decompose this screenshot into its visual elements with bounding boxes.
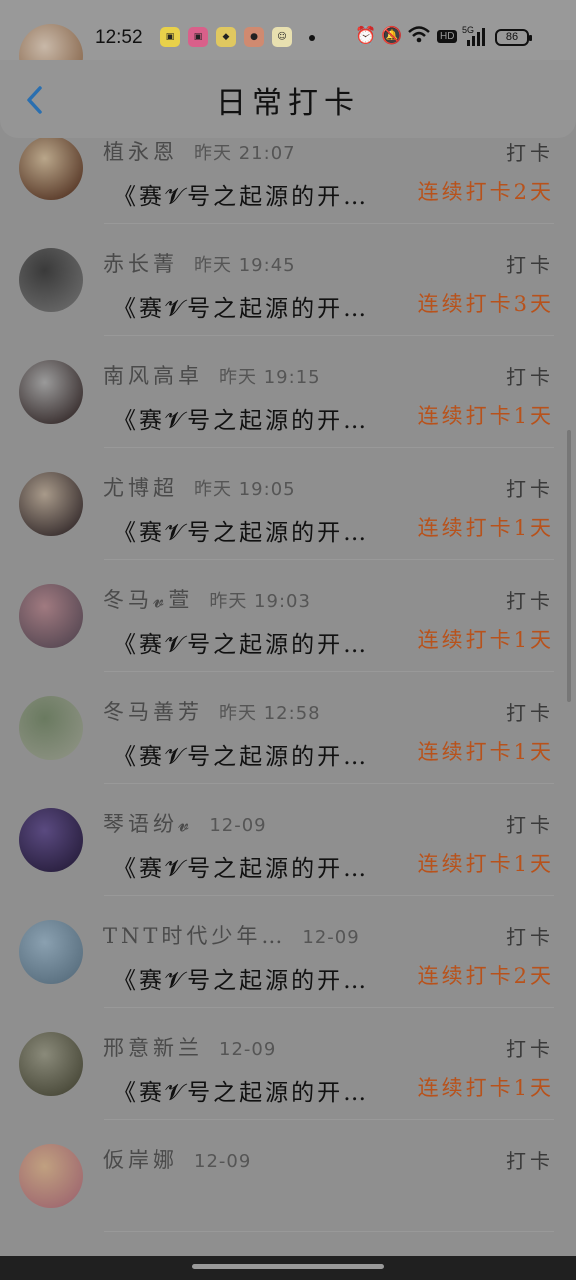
app-header: 日常打卡 xyxy=(0,60,576,138)
streak-count: 连续打卡1天 xyxy=(417,740,554,764)
user-name[interactable]: 冬马善芳 昨天 12:58 xyxy=(103,696,321,726)
user-name[interactable]: 植永恩 昨天 21:07 xyxy=(103,136,296,166)
post-time: 昨天 21:07 xyxy=(194,143,296,164)
system-nav-bar xyxy=(0,1256,576,1280)
user-name-text: 冬马𝓿萱 xyxy=(103,588,194,612)
streak-count: 连续打卡1天 xyxy=(417,404,554,428)
list-item[interactable]: 南风高卓 昨天 19:15 打卡《赛𝓥号之起源的开… 连续打卡1天 xyxy=(0,336,576,448)
list-item[interactable]: 琴语纷𝓿 12-09 打卡《赛𝓥号之起源的开… 连续打卡1天 xyxy=(0,784,576,896)
list-item[interactable]: 邢意新兰 12-09 打卡《赛𝓥号之起源的开… 连续打卡1天 xyxy=(0,1008,576,1120)
user-name-text: 南风高卓 xyxy=(103,364,203,388)
user-name-text: 琴语纷𝓿 xyxy=(103,812,194,836)
checkin-content[interactable]: 《赛𝓥号之起源的开… xyxy=(113,737,398,771)
checkin-label: 打卡 xyxy=(506,141,554,165)
list-item[interactable]: 冬马𝓿萱 昨天 19:03 打卡《赛𝓥号之起源的开… 连续打卡1天 xyxy=(0,560,576,672)
user-name-text: 赤长菁 xyxy=(103,252,178,276)
checkin-label: 打卡 xyxy=(506,365,554,389)
user-name-text: 邢意新兰 xyxy=(103,1036,203,1060)
user-name[interactable]: 尤博超 昨天 19:05 xyxy=(103,472,296,502)
avatar[interactable] xyxy=(19,472,83,536)
user-name[interactable]: 邢意新兰 12-09 xyxy=(103,1032,276,1062)
avatar[interactable] xyxy=(19,808,83,872)
checkin-label: 打卡 xyxy=(506,1149,554,1173)
user-name[interactable]: TNT时代少年… 12-09 xyxy=(103,920,360,950)
scrollbar[interactable] xyxy=(567,430,571,702)
user-name[interactable]: 冬马𝓿萱 昨天 19:03 xyxy=(103,584,311,614)
checkin-content[interactable]: 《赛𝓥号之起源的开… xyxy=(113,401,398,435)
checkin-label: 打卡 xyxy=(506,925,554,949)
list-item[interactable]: 冬马善芳 昨天 12:58 打卡《赛𝓥号之起源的开… 连续打卡1天 xyxy=(0,672,576,784)
user-name[interactable]: 仮岸娜 12-09 xyxy=(103,1144,251,1174)
checkin-content[interactable]: 《赛𝓥号之起源的开… xyxy=(113,1073,398,1107)
checkin-label: 打卡 xyxy=(506,589,554,613)
user-name[interactable]: 赤长菁 昨天 19:45 xyxy=(103,248,296,278)
streak-count: 连续打卡1天 xyxy=(417,1076,554,1100)
checkin-label: 打卡 xyxy=(506,701,554,725)
avatar[interactable] xyxy=(19,584,83,648)
page-title: 日常打卡 xyxy=(216,86,360,121)
post-time: 昨天 19:45 xyxy=(194,255,296,276)
checkin-content[interactable]: 《赛𝓥号之起源的开… xyxy=(113,849,398,883)
checkin-content[interactable]: 《赛𝓥号之起源的开… xyxy=(113,289,398,323)
streak-count: 连续打卡1天 xyxy=(417,516,554,540)
divider xyxy=(104,1231,554,1232)
avatar[interactable] xyxy=(19,1144,83,1208)
avatar[interactable] xyxy=(19,360,83,424)
checkin-content[interactable]: 《赛𝓥号之起源的开… xyxy=(113,177,398,211)
avatar[interactable] xyxy=(19,696,83,760)
user-name-text: 冬马善芳 xyxy=(103,700,203,724)
post-time: 12-09 xyxy=(302,927,360,948)
checkin-label: 打卡 xyxy=(506,1037,554,1061)
user-name-text: 尤博超 xyxy=(103,476,178,500)
list-item[interactable]: 赤长菁 昨天 19:45 打卡《赛𝓥号之起源的开… 连续打卡3天 xyxy=(0,224,576,336)
post-time: 昨天 12:58 xyxy=(219,703,321,724)
streak-count: 连续打卡3天 xyxy=(417,292,554,316)
list-item[interactable]: 尤博超 昨天 19:05 打卡《赛𝓥号之起源的开… 连续打卡1天 xyxy=(0,448,576,560)
checkin-label: 打卡 xyxy=(506,253,554,277)
checkin-content[interactable]: 《赛𝓥号之起源的开… xyxy=(113,513,398,547)
user-name-text: TNT时代少年… xyxy=(103,924,287,948)
user-name-text: 仮岸娜 xyxy=(103,1148,178,1172)
streak-count: 连续打卡1天 xyxy=(417,852,554,876)
checkin-content[interactable]: 《赛𝓥号之起源的开… xyxy=(113,625,398,659)
streak-count: 连续打卡1天 xyxy=(417,628,554,652)
streak-count: 连续打卡2天 xyxy=(417,180,554,204)
post-time: 昨天 19:15 xyxy=(219,367,321,388)
checkin-content[interactable]: 《赛𝓥号之起源的开… xyxy=(113,961,398,995)
list-item[interactable]: 仮岸娜 12-09 打卡 xyxy=(0,1120,576,1232)
avatar[interactable] xyxy=(19,920,83,984)
list-item[interactable]: TNT时代少年… 12-09 打卡《赛𝓥号之起源的开… 连续打卡2天 xyxy=(0,896,576,1008)
checkin-label: 打卡 xyxy=(506,813,554,837)
home-gesture-handle[interactable] xyxy=(192,1264,384,1269)
avatar[interactable] xyxy=(19,136,83,200)
post-time: 12-09 xyxy=(194,1151,252,1172)
user-name[interactable]: 琴语纷𝓿 12-09 xyxy=(103,808,267,838)
user-name[interactable]: 南风高卓 昨天 19:15 xyxy=(103,360,321,390)
avatar[interactable] xyxy=(19,1032,83,1096)
post-time: 12-09 xyxy=(219,1039,277,1060)
streak-count: 连续打卡2天 xyxy=(417,964,554,988)
checkin-label: 打卡 xyxy=(506,477,554,501)
user-name[interactable] xyxy=(103,24,119,48)
user-name-text: 植永恩 xyxy=(103,140,178,164)
post-time: 昨天 19:05 xyxy=(194,479,296,500)
post-time: 昨天 19:03 xyxy=(209,591,311,612)
post-time: 12-09 xyxy=(209,815,267,836)
checkin-list: 《赛𝓥号之起源的开…连续打卡2天植永恩昨天 21:07打卡《赛𝓥号之起源的开…连… xyxy=(0,24,576,1256)
avatar[interactable] xyxy=(19,248,83,312)
